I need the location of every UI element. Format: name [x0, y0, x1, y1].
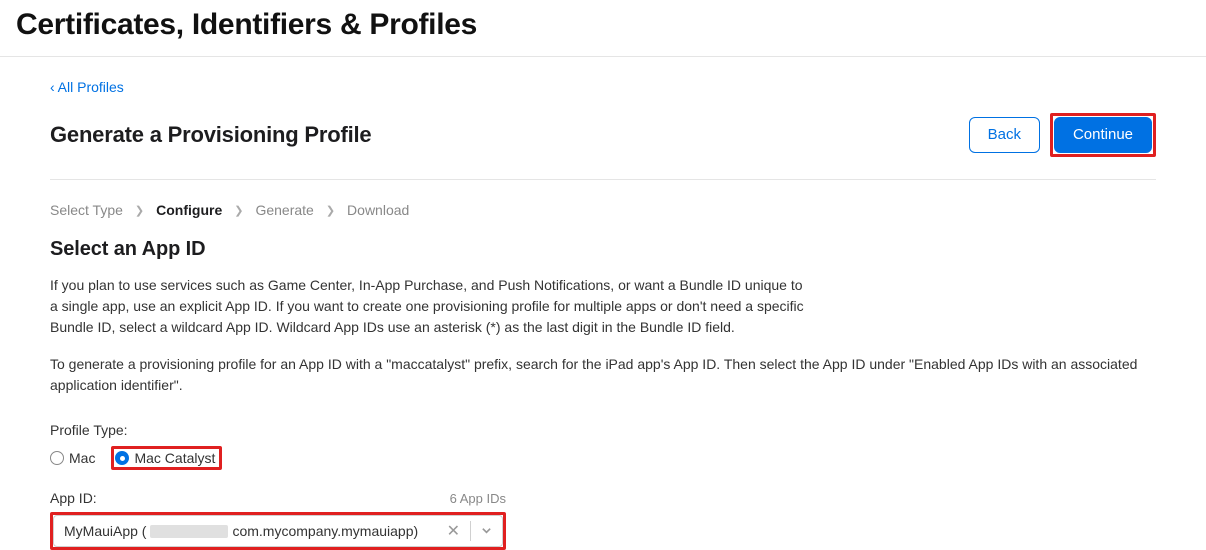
- radio-mac-catalyst[interactable]: Mac Catalyst: [115, 450, 215, 466]
- chevron-down-icon[interactable]: [471, 523, 502, 539]
- breadcrumb-step-download[interactable]: Download: [347, 202, 409, 218]
- button-group: Back Continue: [969, 113, 1156, 157]
- all-profiles-link[interactable]: ‹ All Profiles: [50, 79, 124, 95]
- radio-icon: [50, 451, 64, 465]
- redacted-team-id: [150, 525, 228, 538]
- breadcrumb-step-select-type[interactable]: Select Type: [50, 202, 123, 218]
- chevron-left-icon: ‹: [50, 79, 55, 95]
- description-text-1: If you plan to use services such as Game…: [50, 275, 810, 338]
- app-id-label: App ID:: [50, 490, 97, 506]
- profile-type-radios: Mac Mac Catalyst: [50, 446, 1156, 470]
- app-id-value: MyMauiApp ( com.mycompany.mymauiapp): [64, 523, 437, 539]
- app-id-count: 6 App IDs: [450, 491, 506, 506]
- chevron-right-icon: ❯: [135, 204, 144, 217]
- chevron-right-icon: ❯: [234, 204, 243, 217]
- back-link-text: All Profiles: [58, 79, 124, 95]
- radio-label-mac: Mac: [69, 450, 95, 466]
- description-text-2: To generate a provisioning profile for a…: [50, 354, 1156, 396]
- mac-catalyst-highlight: Mac Catalyst: [111, 446, 222, 470]
- continue-highlight: Continue: [1050, 113, 1156, 157]
- breadcrumb-step-generate[interactable]: Generate: [255, 202, 313, 218]
- page-title: Certificates, Identifiers & Profiles: [16, 8, 1190, 42]
- radio-icon-checked: [115, 451, 129, 465]
- app-id-value-prefix: MyMauiApp (: [64, 523, 146, 539]
- breadcrumb-step-configure[interactable]: Configure: [156, 202, 222, 218]
- continue-button[interactable]: Continue: [1054, 117, 1152, 153]
- section-title: Generate a Provisioning Profile: [50, 122, 371, 148]
- chevron-right-icon: ❯: [326, 204, 335, 217]
- back-button[interactable]: Back: [969, 117, 1040, 153]
- radio-mac[interactable]: Mac: [50, 450, 95, 466]
- radio-label-mac-catalyst: Mac Catalyst: [134, 450, 215, 466]
- clear-icon[interactable]: ✕: [437, 521, 470, 541]
- app-id-header: App ID: 6 App IDs: [50, 490, 506, 506]
- section-header: Generate a Provisioning Profile Back Con…: [50, 113, 1156, 180]
- app-id-select-highlight: MyMauiApp ( com.mycompany.mymauiapp) ✕: [50, 512, 506, 550]
- breadcrumb: Select Type ❯ Configure ❯ Generate ❯ Dow…: [50, 180, 1156, 238]
- page-header: Certificates, Identifiers & Profiles: [0, 0, 1206, 57]
- subsection-title: Select an App ID: [50, 238, 1156, 261]
- app-id-value-suffix: com.mycompany.mymauiapp): [232, 523, 418, 539]
- profile-type-label: Profile Type:: [50, 422, 1156, 438]
- app-id-select[interactable]: MyMauiApp ( com.mycompany.mymauiapp) ✕: [53, 515, 503, 547]
